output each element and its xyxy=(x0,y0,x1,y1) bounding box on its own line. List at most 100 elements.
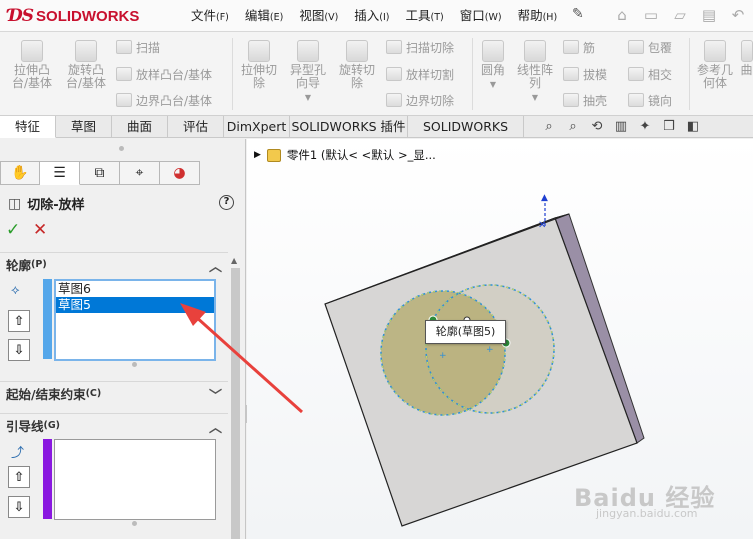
extrude-boss-label: 拉伸凸 台/基体 xyxy=(11,63,53,90)
guide-curves-listbox[interactable] xyxy=(54,439,216,520)
shell-button[interactable]: 抽壳 xyxy=(563,91,607,109)
scroll-up-arrow-icon[interactable]: ▲ xyxy=(231,256,237,265)
start-end-constraints-header[interactable]: 起始/结束约束 (C) ﹀ xyxy=(0,381,228,405)
move-up-button[interactable]: ⇧ xyxy=(8,310,30,332)
property-manager-tab[interactable]: ☰ xyxy=(40,161,80,185)
rib-button[interactable]: 筋 xyxy=(563,38,595,56)
reference-geometry-label: 参考几 何体 xyxy=(696,63,733,90)
pin-icon[interactable]: ✎ xyxy=(572,6,584,22)
feature-title-text: 切除-放样 xyxy=(27,198,85,213)
profiles-title: 轮廓 xyxy=(6,258,32,273)
zoom-area-icon[interactable]: ⌕ xyxy=(564,118,582,136)
tab-dimxpert[interactable]: DimXpert xyxy=(224,116,290,138)
boundary-boss-button[interactable]: 边界凸台/基体 xyxy=(116,91,212,109)
chevron-down-icon[interactable]: ﹀ xyxy=(209,385,222,404)
extrude-boss-icon xyxy=(21,40,43,62)
revolve-cut-button[interactable]: 旋转切 除 xyxy=(334,40,380,90)
draft-icon xyxy=(563,67,579,81)
loft-boss-button[interactable]: 放样凸台/基体 xyxy=(116,65,212,83)
intersect-button[interactable]: 相交 xyxy=(628,65,672,83)
shell-label: 抽壳 xyxy=(583,93,608,108)
menu-insert[interactable]: 插入(I) xyxy=(346,6,397,26)
guide-move-down-button[interactable]: ⇩ xyxy=(8,496,30,518)
menu-file[interactable]: 文件(F) xyxy=(183,6,237,26)
watermark-url: jingyan.baidu.com xyxy=(596,507,698,520)
section-view-icon[interactable]: ▥ xyxy=(612,118,630,136)
menu-window[interactable]: 窗口(W) xyxy=(452,6,510,26)
guides-title: 引导线 xyxy=(6,419,44,434)
guide-curves-header[interactable]: 引导线 (G) ︿ xyxy=(0,413,228,437)
cancel-button[interactable]: ✕ xyxy=(33,220,47,240)
tab-features[interactable]: 特征 xyxy=(0,116,56,138)
new-document-icon[interactable]: ▭ xyxy=(641,4,661,26)
command-manager-ribbon: 拉伸凸 台/基体 旋转凸 台/基体 扫描 放样凸台/基体 边界凸台/基体 拉伸切… xyxy=(0,32,753,116)
boundary-cut-button[interactable]: 边界切除 xyxy=(386,91,454,109)
arrow-down-icon: ⇩ xyxy=(13,342,25,358)
extrude-cut-button[interactable]: 拉伸切 除 xyxy=(236,40,282,90)
profile-color-stripe xyxy=(43,279,52,359)
hole-wizard-button[interactable]: 异型孔 向导 ▼ xyxy=(285,40,331,104)
chevron-up-icon[interactable]: ︿ xyxy=(209,417,222,436)
dynamic-annotation-icon[interactable]: ✦ xyxy=(636,118,654,136)
solidworks-logo[interactable]: ƊS SOLIDWORKS xyxy=(8,5,139,27)
fillet-button[interactable]: 圆角 ▼ xyxy=(476,40,510,91)
move-down-button[interactable]: ⇩ xyxy=(8,339,30,361)
boundary-boss-icon xyxy=(116,93,132,107)
reference-geometry-button[interactable]: 参考几 何体 xyxy=(693,40,737,90)
home-icon[interactable]: ⌂ xyxy=(612,4,632,26)
loft-cut-button[interactable]: 放样切割 xyxy=(386,65,454,83)
tab-solidworks-addins[interactable]: SOLIDWORKS 插件 xyxy=(290,116,408,138)
configuration-manager-tab[interactable]: ⧉ xyxy=(80,161,120,185)
chevron-up-icon[interactable]: ︿ xyxy=(209,256,222,275)
view-orientation-icon[interactable]: ❒ xyxy=(660,118,678,136)
undo-icon[interactable]: ↶ xyxy=(728,4,748,26)
menu-view[interactable]: 视图(V) xyxy=(291,6,346,26)
expand-arrow-icon[interactable]: ▶ xyxy=(254,150,261,160)
print-icon[interactable]: ▤ xyxy=(699,4,719,26)
mirror-button[interactable]: 镜向 xyxy=(628,91,672,109)
menu-window-key: (W) xyxy=(484,12,502,23)
sweep-button[interactable]: 扫描 xyxy=(116,38,160,56)
tab-surfaces[interactable]: 曲面 xyxy=(112,116,168,138)
profiles-listbox[interactable]: 草图6 草图5 xyxy=(54,279,216,361)
dimxpert-manager-tab[interactable]: ⌖ xyxy=(120,161,160,185)
listbox-resize-grip[interactable] xyxy=(132,521,137,526)
scrollbar-thumb[interactable] xyxy=(231,268,240,539)
revolve-boss-label: 旋转凸 台/基体 xyxy=(65,63,107,90)
menu-tools[interactable]: 工具(T) xyxy=(398,6,452,26)
display-style-icon[interactable]: ◧ xyxy=(684,118,702,136)
list-item[interactable]: 草图6 xyxy=(56,281,214,297)
extrude-boss-button[interactable]: 拉伸凸 台/基体 xyxy=(8,40,56,90)
help-icon[interactable]: ? xyxy=(219,195,234,210)
profile-tooltip: 轮廓(草图5) xyxy=(425,320,506,344)
linear-pattern-button[interactable]: 线性阵 列 ▼ xyxy=(513,40,557,104)
sweep-label: 扫描 xyxy=(136,40,161,55)
wrap-button[interactable]: 包覆 xyxy=(628,38,672,56)
menu-tools-label: 工具 xyxy=(405,8,431,23)
tab-solidworks-mbd[interactable]: SOLIDWORKS MBD xyxy=(408,116,524,155)
tab-sketch[interactable]: 草图 xyxy=(56,116,112,138)
ok-button[interactable]: ✓ xyxy=(6,220,20,240)
list-item-selected[interactable]: 草图5 xyxy=(56,297,214,313)
sweep-cut-button[interactable]: 扫描切除 xyxy=(386,38,454,56)
profiles-group-header[interactable]: 轮廓 (P) ︿ xyxy=(0,252,228,276)
zoom-to-fit-icon[interactable]: ⌕ xyxy=(540,118,558,136)
tab-evaluate[interactable]: 评估 xyxy=(168,116,224,138)
arrow-up-icon: ⇧ xyxy=(13,469,25,485)
feature-manager-tab[interactable]: ✋ xyxy=(0,161,40,185)
menu-help[interactable]: 帮助(H) xyxy=(510,6,566,26)
guide-move-up-button[interactable]: ⇧ xyxy=(8,466,30,488)
loft-boss-icon xyxy=(116,67,132,81)
menu-edit[interactable]: 编辑(E) xyxy=(237,6,291,26)
feature-tree-flyout[interactable]: ▶ 零件1 (默认< <默认 >_显... xyxy=(254,147,436,163)
listbox-resize-grip[interactable] xyxy=(132,362,137,367)
revolve-boss-button[interactable]: 旋转凸 台/基体 xyxy=(62,40,110,90)
wrap-icon xyxy=(628,40,644,54)
display-manager-tab[interactable]: ◕ xyxy=(160,161,200,185)
open-folder-icon[interactable]: ▱ xyxy=(670,4,690,26)
curves-button[interactable]: 曲 xyxy=(740,40,753,77)
previous-view-icon[interactable]: ⟲ xyxy=(588,118,606,136)
menu-view-label: 视图 xyxy=(299,8,325,23)
draft-button[interactable]: 拔模 xyxy=(563,65,607,83)
panel-resize-grip[interactable] xyxy=(119,146,124,151)
